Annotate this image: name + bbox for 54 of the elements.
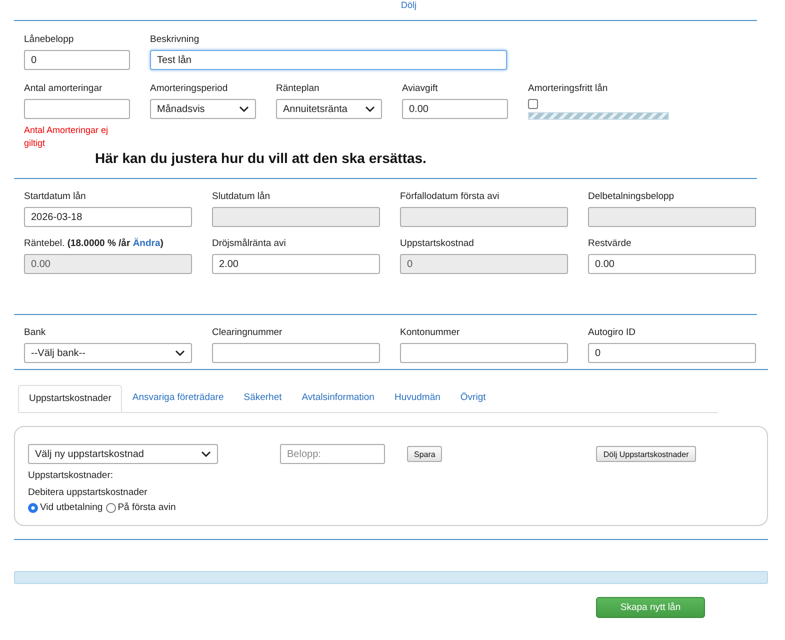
field-label: Amorteringsfritt lån [528,83,609,94]
radio-option[interactable]: På första avin [106,502,176,513]
input-field[interactable]: 0.00 [588,254,756,274]
field-label: Förfallodatum första avi [400,191,500,202]
field-label: Kontonummer [400,327,461,338]
chevron-down-icon [175,350,185,356]
field-label: Bank [24,327,47,338]
chevron-down-icon [365,106,375,112]
field-label: Aviavgift [402,83,439,94]
charge-label: Debitera uppstartskostnader [28,487,148,498]
field-label: Autogiro ID [588,327,637,338]
dropdown[interactable]: Månadsvis [150,99,256,119]
input-field[interactable]: 0 [24,50,130,70]
amount-field[interactable]: Belopp: [280,444,385,464]
field-label: Räntebel. (18.0000 % /år Ändra) [24,238,164,249]
field-label: Ränteplan [276,83,320,94]
input-field[interactable]: Test lån [150,50,507,70]
costs-label: Uppstartskostnader: [28,470,114,481]
tab[interactable]: Säkerhet [234,385,292,412]
field-label: Uppstartskostnad [400,238,475,249]
field-label: Antal amorteringar [24,83,104,94]
dropdown[interactable]: Välj ny uppstartskostnad [28,444,218,464]
field-label: Slutdatum lån [212,191,272,202]
tab[interactable]: Uppstartskostnader [18,385,122,412]
tab[interactable]: Avtalsinformation [292,385,384,412]
dropdown[interactable]: --Välj bank-- [24,343,192,363]
chevron-down-icon [239,106,249,112]
field-label: Beskrivning [150,34,200,45]
field-label: Delbetalningsbelopp [588,191,676,202]
field-label: Dröjsmålränta avi [212,238,287,249]
error-message: Antal Amorteringar ej giltigt [24,124,110,150]
input-field[interactable]: 2026-03-18 [24,207,192,227]
section-heading: Här kan du justera hur du vill att den ska ersättas. [94,150,428,166]
tab[interactable]: Ansvariga företrädare [122,385,234,412]
input-field[interactable] [212,343,380,363]
field-label: Clearingnummer [212,327,284,338]
radio-option[interactable]: Vid utbetalning [28,502,103,513]
chevron-down-icon [201,451,211,457]
field-label: Startdatum lån [24,191,87,202]
field-label: Restvärde [588,238,632,249]
field-label: Amorteringsperiod [150,83,229,94]
hide-link[interactable]: Dölj [401,1,417,10]
input-field[interactable]: 2.00 [212,254,380,274]
save-button[interactable]: Spara [407,446,442,462]
input-field[interactable]: 0 [588,343,756,363]
field-label: Lånebelopp [24,34,75,45]
hide-button[interactable]: Dölj Uppstartskostnader [596,446,696,462]
checkbox[interactable] [528,99,538,109]
tab[interactable]: Övrigt [450,385,496,412]
tab[interactable]: Huvudmän [384,385,450,412]
input-field[interactable] [24,99,130,119]
input-field[interactable] [400,343,568,363]
dropdown[interactable]: Annuitetsränta [276,99,382,119]
input-field[interactable]: 0.00 [402,99,508,119]
